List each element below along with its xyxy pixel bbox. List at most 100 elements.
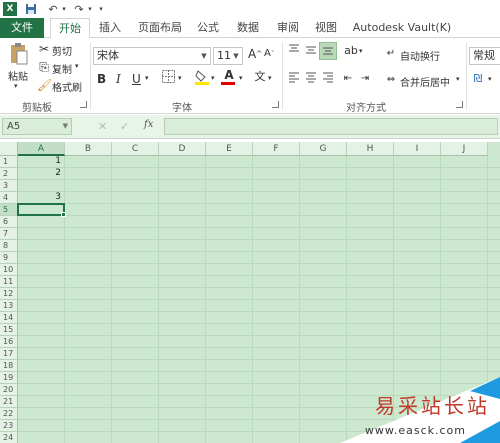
tab-autodesk-vault[interactable]: Autodesk Vault(K) [352, 18, 452, 38]
orientation-dropdown-icon[interactable]: ▾ [359, 47, 363, 55]
format-painter-icon[interactable]: 🖌 [37, 77, 52, 93]
row-header-13[interactable]: 13 [0, 300, 18, 312]
accounting-format-icon[interactable]: ₪ [470, 71, 486, 87]
copy-button[interactable]: 复制 [52, 61, 72, 76]
row-header-15[interactable]: 15 [0, 324, 18, 336]
row-header-6[interactable]: 6 [0, 216, 18, 228]
phonetic-guide-icon[interactable]: 文 [252, 69, 268, 85]
formula-input[interactable] [164, 118, 498, 135]
chevron-down-icon[interactable]: ▼ [63, 119, 68, 134]
cell-a1[interactable]: 1 [18, 156, 61, 167]
merge-center-button[interactable]: 合并后居中 [400, 74, 450, 89]
fill-color-icon[interactable] [194, 69, 210, 89]
column-header-h[interactable]: H [347, 142, 394, 156]
font-size-select[interactable]: 11 ▼ [213, 47, 243, 65]
italic-button[interactable]: I [116, 72, 121, 86]
row-header-23[interactable]: 23 [0, 420, 18, 432]
row-header-10[interactable]: 10 [0, 264, 18, 276]
row-header-1[interactable]: 1 [0, 156, 18, 168]
row-header-7[interactable]: 7 [0, 228, 18, 240]
row-header-14[interactable]: 14 [0, 312, 18, 324]
cut-button[interactable]: 剪切 [52, 43, 72, 58]
row-header-22[interactable]: 22 [0, 408, 18, 420]
tab-review[interactable]: 审阅 [274, 18, 302, 38]
row-header-19[interactable]: 19 [0, 372, 18, 384]
fill-color-dropdown-icon[interactable]: ▾ [211, 74, 215, 82]
merge-center-icon[interactable]: ⇔ [384, 72, 398, 88]
column-header-d[interactable]: D [159, 142, 206, 156]
number-format-select[interactable]: 常规 [469, 47, 500, 65]
format-painter-button[interactable]: 格式刷 [52, 79, 82, 94]
redo-icon[interactable]: ↷ [72, 2, 86, 16]
select-all-corner[interactable] [0, 142, 18, 156]
borders-icon[interactable] [160, 70, 176, 87]
font-launcher-icon[interactable] [272, 101, 279, 108]
bold-button[interactable]: B [97, 72, 106, 86]
column-header-b[interactable]: B [65, 142, 112, 156]
font-color-icon[interactable]: A [221, 68, 237, 85]
column-header-g[interactable]: G [300, 142, 347, 156]
grow-font-button[interactable]: A ^ [248, 47, 262, 61]
align-right-icon[interactable] [320, 71, 336, 87]
tab-formulas[interactable]: 公式 [194, 18, 222, 38]
cell-a2[interactable]: 2 [18, 168, 61, 179]
row-header-11[interactable]: 11 [0, 276, 18, 288]
font-color-dropdown-icon[interactable]: ▾ [239, 74, 243, 82]
tab-file[interactable]: 文件 [0, 18, 44, 38]
undo-icon[interactable]: ↶ [46, 2, 60, 16]
customize-icon[interactable]: ▾ [96, 2, 106, 16]
row-header-21[interactable]: 21 [0, 396, 18, 408]
wrap-text-icon[interactable]: ↵ [384, 46, 398, 62]
accounting-dropdown-icon[interactable]: ▾ [488, 75, 492, 83]
row-header-17[interactable]: 17 [0, 348, 18, 360]
tab-home[interactable]: 开始 [50, 18, 90, 39]
row-header-8[interactable]: 8 [0, 240, 18, 252]
row-header-9[interactable]: 9 [0, 252, 18, 264]
row-header-4[interactable]: 4 [0, 192, 18, 204]
alignment-launcher-icon[interactable] [456, 101, 463, 108]
underline-dropdown-icon[interactable]: ▾ [145, 74, 149, 82]
row-header-12[interactable]: 12 [0, 288, 18, 300]
selected-cell[interactable] [17, 203, 65, 216]
chevron-down-icon[interactable]: ▼ [199, 48, 209, 64]
phonetic-dropdown-icon[interactable]: ▾ [268, 74, 272, 82]
cell-a4[interactable]: 3 [18, 192, 61, 203]
column-header-a[interactable]: A [18, 142, 65, 156]
copy-dropdown-icon[interactable]: ▾ [75, 62, 79, 70]
row-header-3[interactable]: 3 [0, 180, 18, 192]
borders-dropdown-icon[interactable]: ▾ [178, 74, 182, 82]
paste-icon[interactable] [8, 42, 30, 66]
align-middle-icon[interactable] [303, 44, 319, 60]
row-header-5[interactable]: 5 [0, 204, 18, 216]
paste-dropdown-icon[interactable]: ▾ [14, 82, 18, 90]
cancel-icon[interactable]: ✕ [98, 120, 107, 133]
font-name-select[interactable]: 宋体 ▼ [93, 47, 211, 65]
align-left-icon[interactable] [286, 71, 302, 87]
column-header-e[interactable]: E [206, 142, 253, 156]
align-center-icon[interactable] [303, 71, 319, 87]
merge-center-dropdown-icon[interactable]: ▾ [456, 75, 460, 83]
column-header-f[interactable]: F [253, 142, 300, 156]
shrink-font-button[interactable]: Aˇ [264, 48, 274, 59]
column-header-c[interactable]: C [112, 142, 159, 156]
row-header-24[interactable]: 24 [0, 432, 18, 443]
column-header-j[interactable]: J [441, 142, 488, 156]
tab-data[interactable]: 数据 [234, 18, 262, 38]
orientation-icon[interactable]: ab [343, 43, 359, 59]
align-bottom-icon[interactable] [319, 42, 337, 60]
tab-page-layout[interactable]: 页面布局 [136, 18, 184, 38]
save-icon[interactable] [24, 2, 38, 16]
row-header-2[interactable]: 2 [0, 168, 18, 180]
align-top-icon[interactable] [286, 44, 302, 60]
enter-icon[interactable]: ✓ [120, 120, 129, 133]
copy-icon[interactable]: ⎘ [37, 59, 51, 75]
name-box[interactable]: A5 ▼ [2, 118, 72, 135]
paste-button[interactable]: 粘贴 [8, 68, 28, 83]
chevron-down-icon[interactable]: ▼ [231, 48, 241, 64]
cut-icon[interactable]: ✂ [37, 41, 51, 57]
tab-view[interactable]: 视图 [312, 18, 340, 38]
wrap-text-button[interactable]: 自动换行 [400, 48, 440, 63]
underline-button[interactable]: U [132, 72, 141, 86]
column-header-i[interactable]: I [394, 142, 441, 156]
fill-handle[interactable] [61, 212, 66, 217]
